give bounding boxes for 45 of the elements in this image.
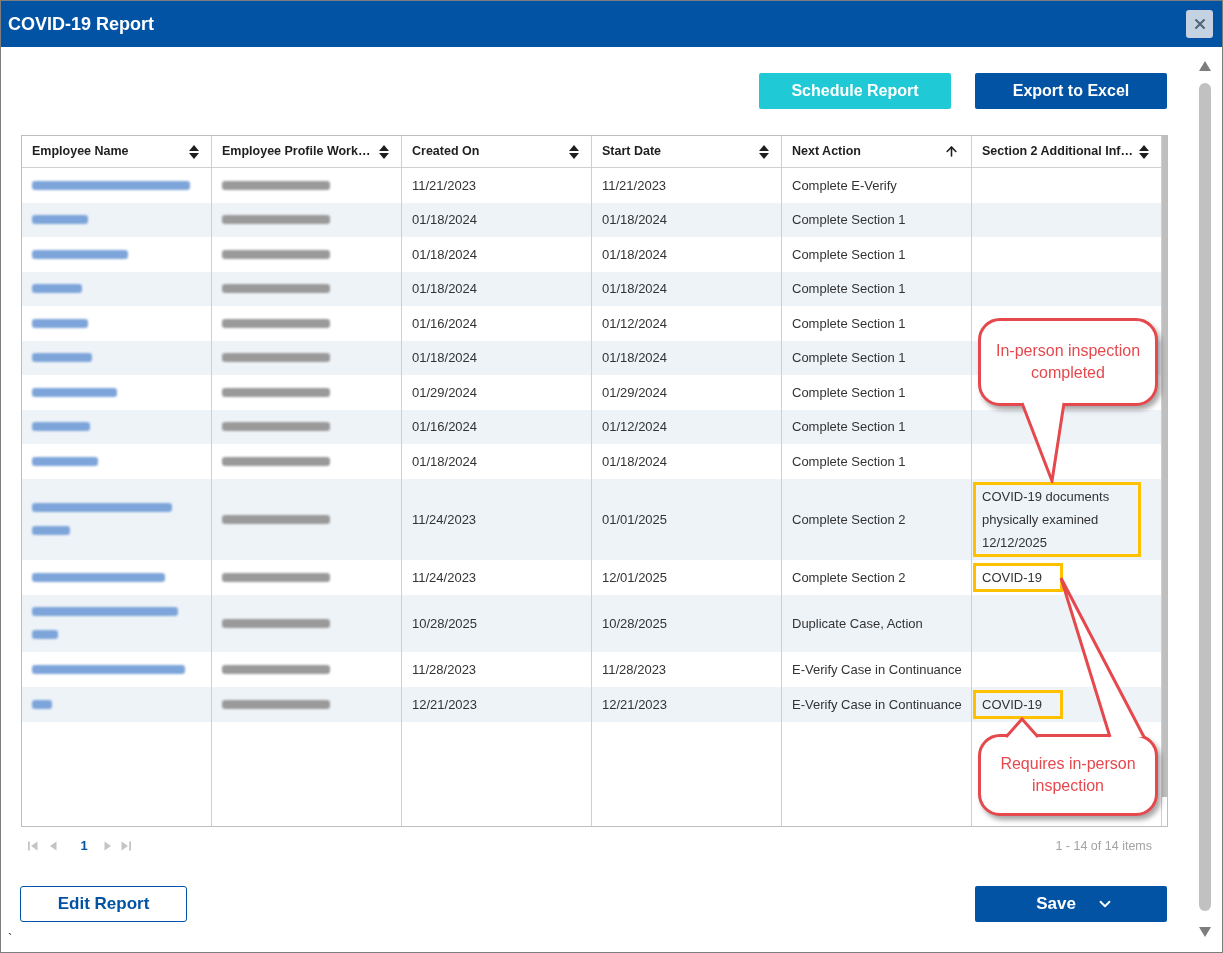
callout-pointer [1004, 717, 1040, 739]
callout: In-person inspection completed [978, 318, 1158, 406]
highlighted-note: COVID-19 [973, 689, 1063, 719]
save-button[interactable]: Save [975, 886, 1167, 922]
pager-summary: 1 - 14 of 14 items [1055, 837, 1153, 855]
table-cell: 01/18/2024 [592, 237, 782, 272]
table-cell: 01/18/2024 [402, 237, 592, 272]
table-cell: 11/28/2023 [402, 652, 592, 687]
table-cell: 12/21/2023 [402, 686, 592, 722]
scroll-down-icon[interactable] [1199, 927, 1211, 937]
table-cell: E-Verify Case in Continuance [782, 686, 972, 722]
table-cell: 11/28/2023 [592, 652, 782, 687]
page-number-button[interactable]: 1 [73, 836, 95, 856]
export-button[interactable]: Export to Excel [975, 73, 1167, 109]
stray-character: ` [8, 931, 13, 946]
callout: Requires in-person inspection [978, 734, 1158, 816]
edit-report-button[interactable]: Edit Report [20, 886, 187, 922]
window-title: COVID-19 Report [8, 12, 155, 36]
table-cell: Complete Section 1 [782, 375, 972, 410]
table-cell: Complete Section 1 [782, 237, 972, 272]
table-cell: Complete Section 1 [782, 306, 972, 341]
close-button[interactable] [1186, 10, 1213, 38]
table-cell: E-Verify Case in Continuance [782, 652, 972, 687]
table-cell: 11/21/2023 [402, 168, 592, 203]
table-cell: Complete Section 2 [782, 478, 972, 560]
table-cell: 11/24/2023 [402, 559, 592, 595]
table-cell: 01/16/2024 [402, 306, 592, 341]
table-cell: 11/21/2023 [592, 168, 782, 203]
table-cell: 11/24/2023 [402, 478, 592, 560]
table-cell: 01/01/2025 [592, 478, 782, 560]
table-cell: 12/21/2023 [592, 686, 782, 722]
table-cell: 01/29/2024 [402, 375, 592, 410]
table-cell: 01/29/2024 [592, 375, 782, 410]
table-cell: Complete E-Verify [782, 168, 972, 203]
table-cell: 01/18/2024 [592, 444, 782, 479]
table-cell: 01/18/2024 [402, 444, 592, 479]
table-cell: 01/12/2024 [592, 306, 782, 341]
highlighted-note: COVID-19 documents physically examined 12/12/2025 [973, 481, 1141, 557]
table-scrollbar-thumb[interactable] [1162, 136, 1167, 797]
scroll-up-icon[interactable] [1199, 61, 1211, 71]
table-cell: Complete Section 1 [782, 444, 972, 479]
table-cell: Complete Section 2 [782, 559, 972, 595]
scrollbar-thumb[interactable] [1199, 83, 1211, 911]
table-cell: 12/01/2025 [592, 559, 782, 595]
highlighted-note: COVID-19 [973, 562, 1063, 592]
